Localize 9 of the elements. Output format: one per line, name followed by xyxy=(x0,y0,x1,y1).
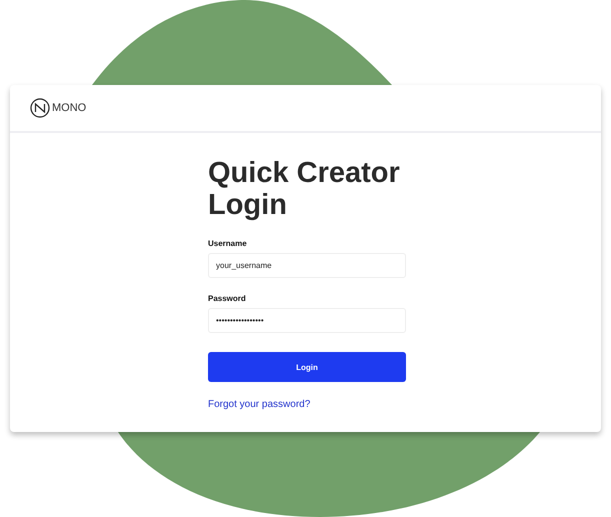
brand-name: MONO xyxy=(52,102,86,114)
field-label: Password xyxy=(208,294,247,303)
page-title: Quick Creator Login xyxy=(208,157,401,221)
forgot-password-link[interactable]: Forgot your password? xyxy=(208,399,310,410)
input-field[interactable]: your_username xyxy=(208,253,406,278)
logo-icon xyxy=(30,98,50,118)
field-label: Username xyxy=(208,239,248,248)
login-button[interactable]: Login xyxy=(208,352,406,382)
input-field[interactable]: ••••••••••••••••• xyxy=(208,308,406,333)
